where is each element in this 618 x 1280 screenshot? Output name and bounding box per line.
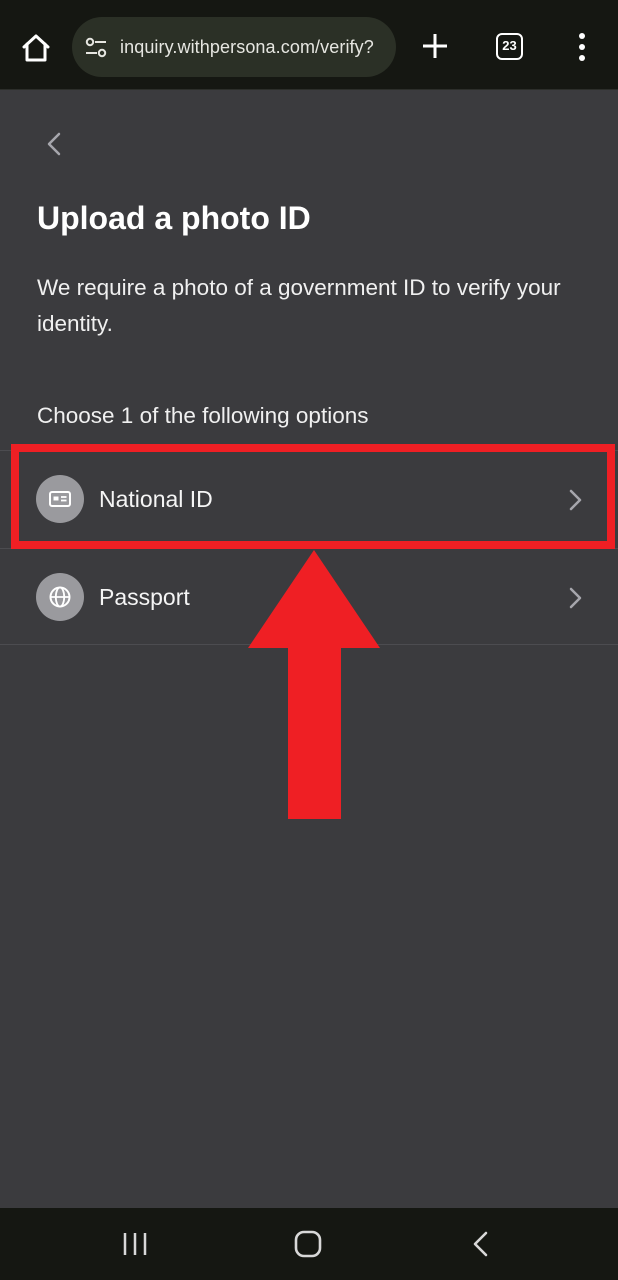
new-tab-button[interactable]: [420, 31, 450, 61]
url-text[interactable]: inquiry.withpersona.com/verify?: [120, 37, 386, 58]
id-card-icon: [49, 491, 71, 507]
home-nav-button[interactable]: [291, 1228, 325, 1260]
page-title: Upload a photo ID: [37, 200, 311, 236]
recent-apps-icon: [123, 1233, 147, 1255]
chevron-right-icon: [569, 489, 582, 511]
browser-menu-button[interactable]: [570, 30, 594, 64]
recent-apps-button[interactable]: [118, 1228, 152, 1260]
option-icon-badge: [36, 573, 84, 621]
annotation-arrow-up-icon: [248, 550, 380, 819]
chevron-right-icon: [569, 587, 582, 609]
globe-icon: [49, 586, 71, 608]
chevron-left-icon: [47, 132, 61, 156]
page-description: We require a photo of a government ID to…: [37, 275, 561, 336]
page: inquiry.withpersona.com/verify? 23 Uploa…: [0, 0, 618, 1280]
back-arrow-icon: [473, 1231, 488, 1257]
option-national-id[interactable]: National ID: [0, 450, 618, 547]
option-label: Passport: [99, 584, 190, 610]
option-label: National ID: [99, 486, 213, 512]
plus-icon: [423, 34, 447, 58]
back-button[interactable]: [40, 128, 70, 160]
system-nav-bar: [0, 1208, 618, 1280]
site-settings-icon[interactable]: [84, 36, 108, 60]
home-circle-icon: [294, 1230, 322, 1258]
home-button[interactable]: [16, 28, 56, 68]
home-icon: [22, 34, 50, 62]
browser-toolbar: inquiry.withpersona.com/verify? 23: [0, 0, 618, 90]
back-nav-button[interactable]: [465, 1228, 499, 1260]
options-prompt: Choose 1 of the following options: [37, 403, 369, 428]
tab-switcher-button[interactable]: 23: [496, 33, 523, 60]
more-vert-icon: [579, 33, 585, 61]
option-icon-badge: [36, 475, 84, 523]
address-bar[interactable]: inquiry.withpersona.com/verify?: [72, 17, 396, 77]
